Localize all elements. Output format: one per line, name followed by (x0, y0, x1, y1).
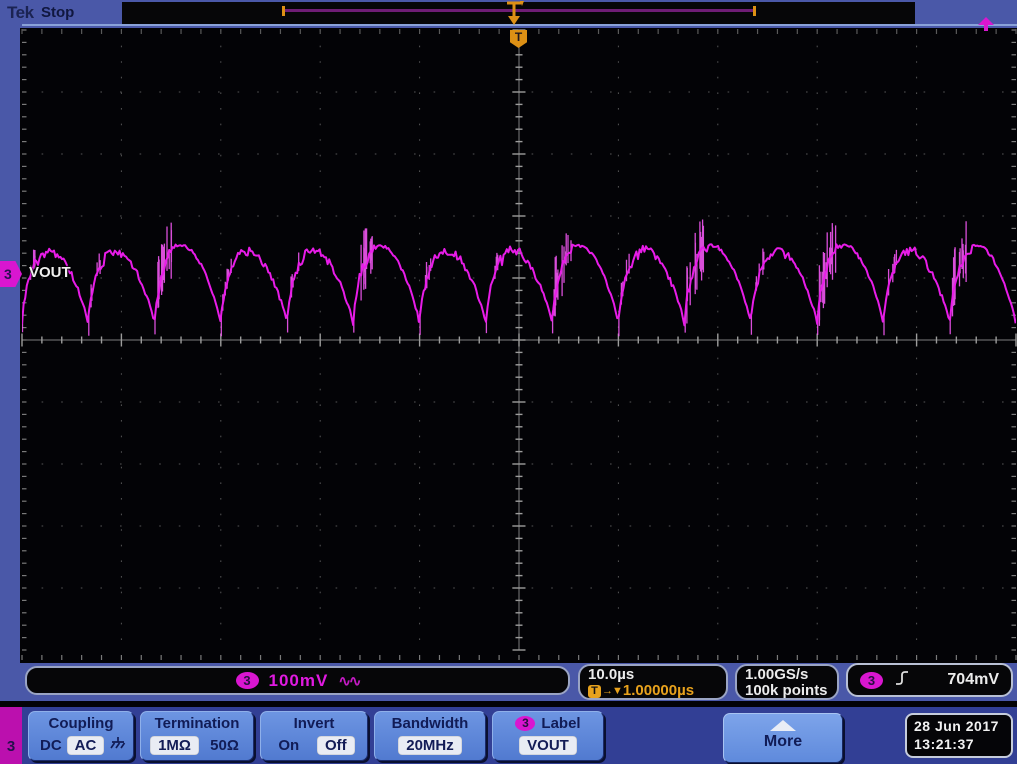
coupling-ground-icon[interactable] (104, 736, 131, 755)
trigger-source-badge: 3 (860, 671, 883, 689)
time-value: 13:21:37 (914, 736, 975, 752)
tek-logo: Tek (7, 3, 34, 22)
time-per-div-value: 10.0µs (588, 666, 635, 683)
horizontal-readout: 10.0µs T →▼ 1.00000µs (578, 664, 728, 700)
menu-label[interactable]: 3 Label VOUT (492, 711, 604, 761)
trigger-delay-value: 1.00000µs (622, 682, 695, 699)
invert-off-option[interactable]: Off (316, 736, 355, 755)
label-channel-badge: 3 (515, 716, 536, 731)
ac-coupling-icon: ∿∿ (338, 672, 361, 690)
menu-coupling[interactable]: Coupling DC AC (28, 711, 134, 761)
bandwidth-value[interactable]: 20MHz (398, 736, 462, 755)
sample-rate-value: 1.00GS/s (745, 666, 809, 683)
trigger-delay-readout: T →▼ 1.00000µs (588, 683, 718, 699)
coupling-ac-option[interactable]: AC (66, 736, 105, 755)
coupling-dc-option[interactable]: DC (35, 737, 67, 754)
label-value[interactable]: VOUT (519, 736, 577, 755)
rising-edge-icon (895, 670, 909, 690)
record-start-bracket (282, 6, 285, 16)
channel3-menu-tab[interactable]: 3 (0, 707, 22, 764)
vertical-scale-value: 100mV (268, 670, 329, 690)
more-label: More (763, 733, 803, 750)
delay-arrow-icon: →▼ (602, 685, 623, 697)
oscilloscope-screen: Tek Stop T 3 VOUT 3 100mV ∿∿ 10.0µs T →▼… (0, 0, 1017, 764)
menu-termination[interactable]: Termination 1MΩ 50Ω (140, 711, 254, 761)
record-end-bracket (753, 6, 756, 16)
left-channel-strip (0, 28, 20, 701)
trigger-readout: 3 704mV (846, 663, 1013, 697)
label-title: Label (541, 715, 581, 732)
invert-on-option[interactable]: On (273, 737, 304, 754)
termination-title: Termination (154, 715, 240, 732)
chevron-up-icon (770, 720, 796, 731)
more-button[interactable]: More (723, 713, 843, 763)
top-bar: Tek Stop (0, 0, 1017, 28)
expansion-point-icon (501, 0, 527, 28)
status-readout-row: 3 100mV ∿∿ 10.0µs T →▼ 1.00000µs 1.00GS/s … (0, 663, 1017, 701)
bandwidth-title: Bandwidth (391, 715, 469, 732)
trigger-delay-icon: T (588, 684, 601, 698)
invert-title: Invert (293, 715, 335, 732)
acquisition-status: Stop (41, 4, 75, 21)
bottom-menu-bar: 3 Coupling DC AC Termination 1MΩ 50Ω Inv… (0, 707, 1017, 764)
trigger-level-value: 704mV (947, 671, 999, 688)
trigger-level-offscreen-arrow-icon (976, 16, 996, 37)
termination-50-option[interactable]: 50Ω (205, 737, 244, 754)
channel-waveform-label: VOUT (29, 264, 71, 281)
record-length-value: 100k points (745, 682, 828, 699)
coupling-title: Coupling (48, 715, 114, 732)
menu-invert[interactable]: Invert On Off (260, 711, 368, 761)
datetime-display: 28 Jun 2017 13:21:37 (905, 713, 1013, 758)
channel-scale-readout: 3 100mV ∿∿ (25, 666, 570, 695)
acquisition-readout: 1.00GS/s 100k points (735, 664, 839, 700)
date-value: 28 Jun 2017 (914, 718, 999, 734)
termination-1m-option[interactable]: 1MΩ (150, 736, 199, 755)
waveform-display-area (0, 28, 1017, 663)
channel3-badge: 3 (235, 672, 259, 689)
menu-bandwidth[interactable]: Bandwidth 20MHz (374, 711, 486, 761)
